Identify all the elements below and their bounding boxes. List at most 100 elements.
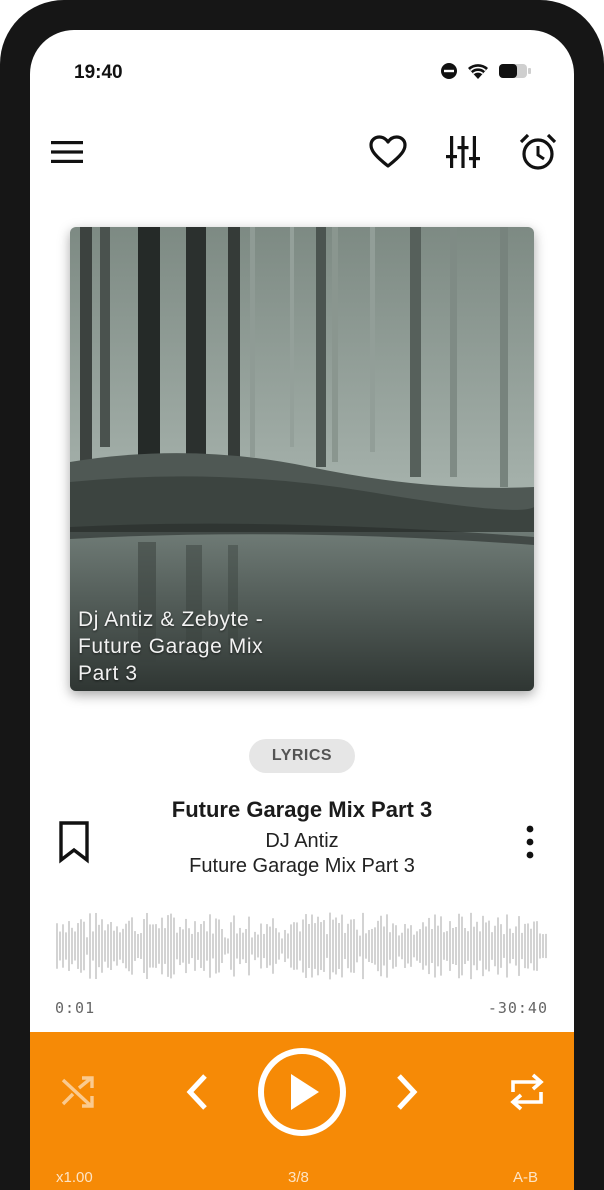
waveform-bar [404,924,406,968]
play-icon [258,1048,346,1136]
waveform-bar [95,912,97,980]
alarm-icon [519,133,557,170]
waveform-bar [332,919,334,973]
waveform-bar [437,925,439,967]
waveform-bar [386,914,388,978]
waveform-bar [356,929,358,963]
waveform-bar [290,924,292,968]
shuffle-icon [61,1076,94,1108]
waveform-bar [542,934,544,958]
waveform-bar [206,931,208,961]
waveform-bar [317,916,319,976]
waveform-bar [98,924,100,968]
waveform-bar [143,919,145,973]
waveform-bar [113,930,115,962]
waveform-bar [512,932,514,960]
waveform-bar [305,914,307,978]
waveform-bar [482,915,484,977]
waveform-bar [260,923,262,969]
previous-icon [186,1074,207,1110]
waveform-bar [257,934,259,958]
waveform-bar [434,914,436,978]
waveform-bar [167,915,169,977]
waveform-bar [446,931,448,961]
elapsed-time: 0:01 [55,999,96,1017]
album-art-caption-line: Part 3 [78,662,138,685]
menu-button[interactable] [41,126,93,178]
favorite-button[interactable] [362,126,414,178]
waveform-bar [545,933,547,959]
waveform-bar [503,934,505,958]
bookmark-button[interactable] [54,820,94,864]
track-album: Future Garage Mix Part 3 [189,855,415,877]
waveform-bar [266,924,268,968]
waveform-bar [110,922,112,970]
waveform-bar [389,932,391,960]
equalizer-button[interactable] [437,126,489,178]
wifi-icon [468,64,488,79]
waveform-bar [74,931,76,961]
waveform-bar [131,917,133,975]
menu-icon [51,141,83,163]
waveform-bar [461,916,463,976]
sleep-timer-button[interactable] [512,126,564,178]
waveform-bar [137,933,139,959]
waveform-bar [539,933,541,959]
waveform-bar [269,926,271,966]
waveform-bar [302,919,304,973]
status-bar: 19:40 [30,30,574,110]
waveform-bar [128,920,130,972]
waveform-bar [299,931,301,961]
waveform-bar [233,915,235,977]
next-icon [397,1074,418,1110]
waveform-bar [80,919,82,973]
status-time: 19:40 [74,62,123,83]
waveform-bar [533,921,535,971]
ab-repeat-button[interactable]: A-B [513,1169,538,1186]
waveform-bar [86,937,88,955]
waveform-bar [500,924,502,968]
waveform-bar [275,928,277,964]
waveform-bar [491,932,493,960]
repeat-button[interactable] [504,1070,550,1114]
waveform-bar [419,929,421,963]
waveform-bar [194,921,196,971]
waveform-bar [179,926,181,966]
waveform-bar [368,930,370,962]
waveform-bar [359,935,361,957]
queue-position: 3/8 [288,1169,309,1186]
more-options-button[interactable] [516,822,544,862]
waveform-bar [227,938,229,954]
shuffle-button[interactable] [56,1070,100,1114]
waveform-bar [347,923,349,969]
waveform-bar [293,922,295,970]
waveform-bar [329,912,331,980]
waveform-bar [239,927,241,965]
waveform-bar [326,934,328,958]
waveform-bar [149,924,151,968]
waveform-bar [320,922,322,970]
waveform-bar [164,928,166,964]
waveform-bar [92,931,94,961]
next-button[interactable] [386,1070,428,1114]
previous-button[interactable] [176,1070,218,1114]
track-artist: DJ Antiz [265,830,339,852]
waveform-bar [77,923,79,969]
lyrics-button[interactable]: LYRICS [249,739,355,773]
equalizer-icon [446,136,480,168]
waveform-bar [488,920,490,972]
waveform-bar [485,922,487,970]
remaining-time: -30:40 [487,999,548,1017]
play-button[interactable] [257,1047,347,1137]
waveform-bar [140,933,142,959]
waveform-seekbar[interactable] [56,910,548,982]
waveform-bar [518,916,520,976]
waveform-bar [464,927,466,965]
waveform-bar [380,915,382,977]
waveform-bar [353,919,355,973]
playback-speed[interactable]: x1.00 [56,1169,93,1186]
waveform-bar [455,927,457,965]
album-art[interactable]: Dj Antiz & Zebyte - Future Garage Mix Pa… [70,227,534,691]
waveform-bar [176,932,178,960]
repeat-icon [510,1073,544,1111]
